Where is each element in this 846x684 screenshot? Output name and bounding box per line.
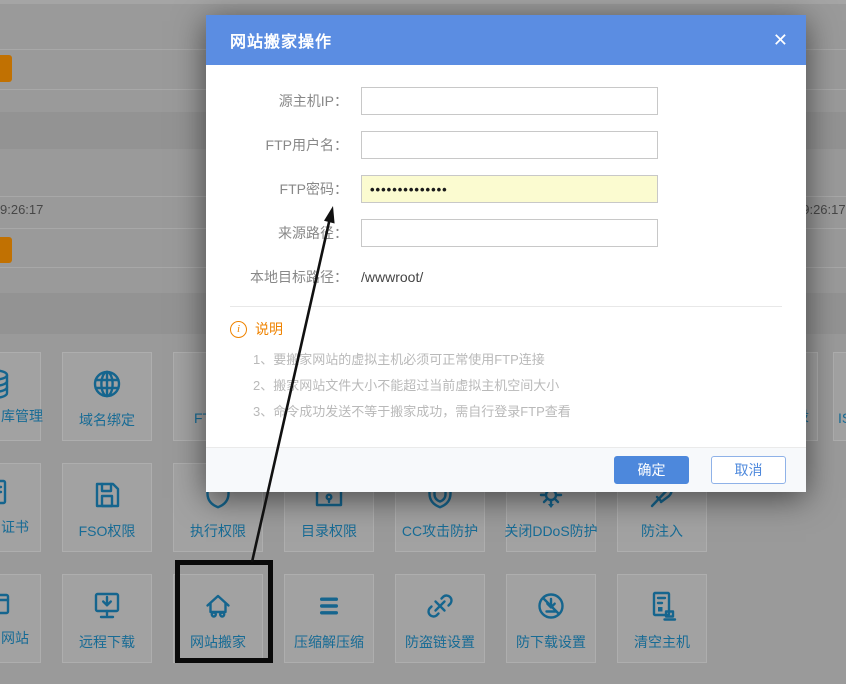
note-item: 2、搬家网站文件大小不能超过当前虚拟主机空间大小 [253,373,782,399]
tile-clear-host[interactable]: 清空主机 [617,574,707,663]
target-path-value: /wwwroot/ [361,269,423,285]
tile-anti-download[interactable]: 防下载设置 [506,574,596,663]
tile-label: 防盗链设置 [405,632,475,652]
ftp-user-input[interactable] [361,131,658,159]
tile-label: 防下载设置 [516,632,586,652]
source-ip-input[interactable] [361,87,658,115]
tile-label: 网站搬家 [190,632,246,652]
source-path-label: 来源路径： [206,223,348,243]
ftp-password-input[interactable] [361,175,658,203]
source-path-row: 来源路径： [206,218,806,248]
tile-label: 压缩解压缩 [294,632,364,652]
compress-bars-icon [311,588,347,624]
dialog-header: 网站搬家操作 ✕ [206,15,806,65]
close-icon[interactable]: ✕ [773,31,788,49]
tile-label: 防注入 [641,521,683,541]
tile-label: FSO权限 [79,521,136,541]
target-path-label: 本地目标路径： [206,267,348,287]
tile-database-manage[interactable]: 库管理 [0,352,41,441]
ok-button[interactable]: 确定 [614,456,689,484]
tile-partial-is[interactable]: IS [833,352,846,441]
note-item: 3、命令成功发送不等于搬家成功，需自行登录FTP查看 [253,399,782,425]
ftp-user-label: FTP用户名： [206,135,348,155]
tile-label: 证书 [1,517,29,537]
tile-label: 网站 [1,628,29,648]
tile-website[interactable]: 网站 [0,574,41,663]
tile-label: IS [838,410,846,426]
note-title: 说明 [255,319,283,339]
tile-domain-bind[interactable]: 域名绑定 [62,352,152,441]
source-ip-label: 源主机IP： [206,91,348,111]
tile-label: 执行权限 [190,521,246,541]
tile-fso-permission[interactable]: FSO权限 [62,463,152,552]
tile-label: 关闭DDoS防护 [504,521,597,541]
chain-link-icon [422,588,458,624]
migration-dialog: 网站搬家操作 ✕ 源主机IP： FTP用户名： FTP密码： 来源路径： 本地目… [206,15,806,492]
tile-label: 清空主机 [634,632,690,652]
dialog-title: 网站搬家操作 [206,28,332,52]
tile-hotlink-protection[interactable]: 防盗链设置 [395,574,485,663]
note-block: i 说明 1、要搬家网站的虚拟主机必须可正常使用FTP连接 2、搬家网站文件大小… [206,307,806,425]
monitor-download-icon [89,588,125,624]
source-ip-row: 源主机IP： [206,86,806,116]
ftp-user-row: FTP用户名： [206,130,806,160]
tile-remote-download[interactable]: 远程下载 [62,574,152,663]
clear-host-icon [644,588,680,624]
tile-label: 目录权限 [301,521,357,541]
site-icon [0,588,14,624]
tile-certificate[interactable]: 证书 [0,463,41,552]
tile-website-migration[interactable]: 网站搬家 [173,574,263,663]
info-icon: i [230,321,247,338]
source-path-input[interactable] [361,219,658,247]
tile-compress[interactable]: 压缩解压缩 [284,574,374,663]
tile-label: 域名绑定 [79,410,135,430]
cancel-button[interactable]: 取消 [711,456,786,484]
screen: 9:26:17 09:26:17 库管理域名绑定FT设IS证书FSO权限执行权限… [0,0,846,684]
ftp-password-row: FTP密码： [206,174,806,204]
cert-x-icon [0,477,14,513]
house-move-icon [200,588,236,624]
tile-label: CC攻击防护 [402,521,478,541]
tile-label: 库管理 [1,406,43,426]
tile-label: 远程下载 [79,632,135,652]
floppy-icon [89,477,125,513]
dialog-footer: 确定 取消 [206,447,806,492]
globe-icon [89,366,125,402]
target-path-row: 本地目标路径： /wwwroot/ [206,262,806,292]
no-download-icon [533,588,569,624]
database-icon [0,366,14,402]
note-item: 1、要搬家网站的虚拟主机必须可正常使用FTP连接 [253,347,782,373]
ftp-password-label: FTP密码： [206,179,348,199]
